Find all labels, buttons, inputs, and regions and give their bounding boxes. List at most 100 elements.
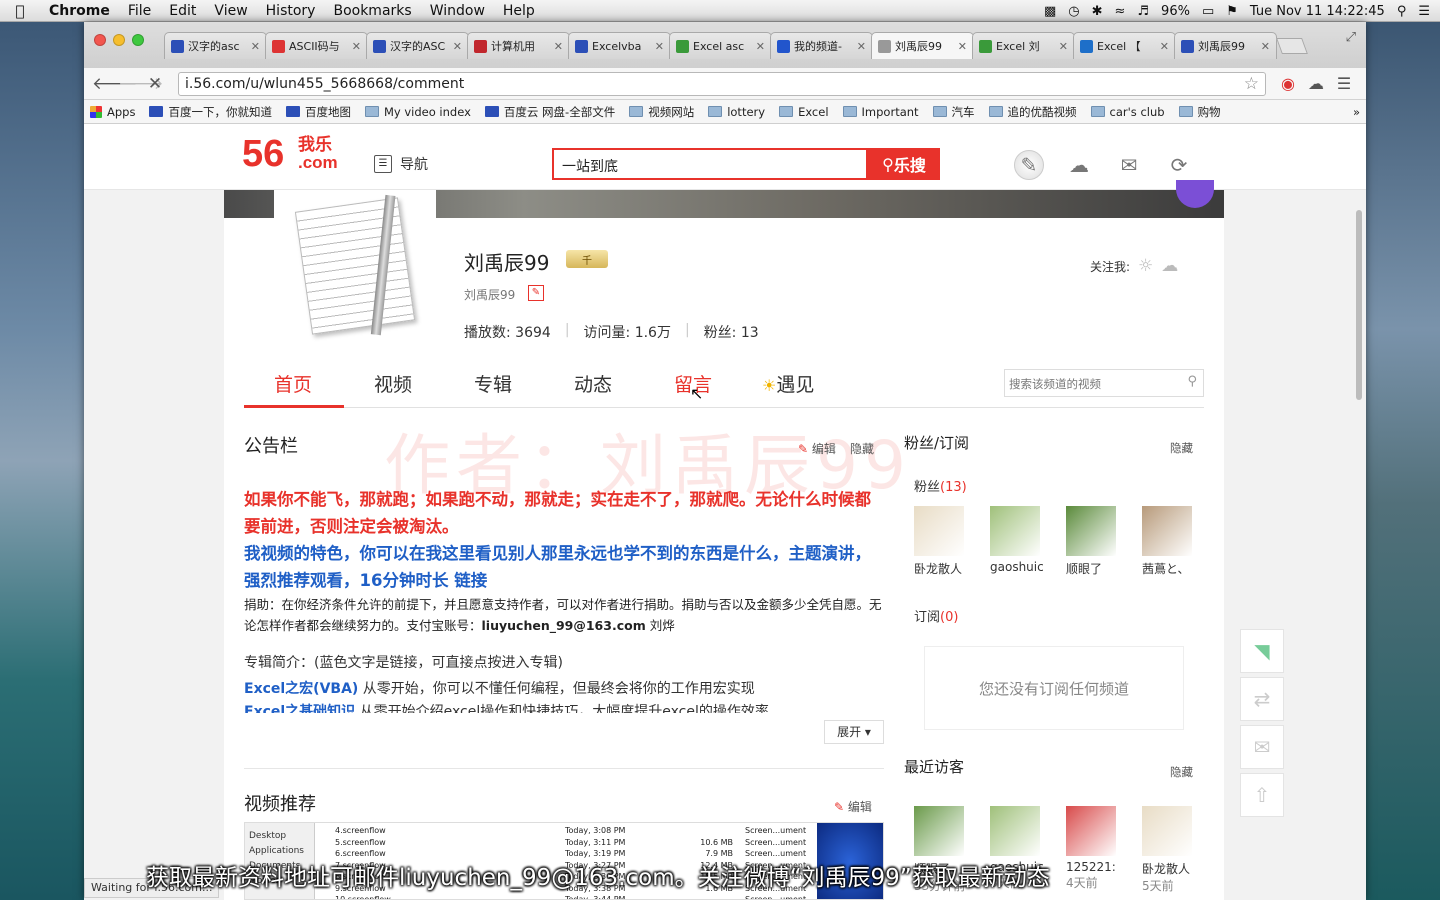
close-tab-icon[interactable]: ✕ [352, 40, 361, 53]
clock[interactable]: Tue Nov 11 14:22:45 [1250, 4, 1385, 19]
bookmark-item[interactable]: 百度一下，你就知道 [149, 104, 272, 120]
video-rec-edit-button[interactable]: ✎ 编辑 [834, 798, 872, 815]
tab-home[interactable]: 首页 [274, 370, 312, 397]
battery-text[interactable]: 96% [1161, 4, 1190, 19]
close-tab-icon[interactable]: ✕ [857, 40, 866, 53]
browser-tab[interactable]: ASCII码与 ✕ [265, 32, 368, 59]
menu-edit[interactable]: Edit [160, 3, 205, 19]
close-window-button[interactable] [94, 34, 106, 46]
spotlight-icon[interactable]: ⚲ [1397, 4, 1407, 19]
extension-icon[interactable]: ◉ [1274, 74, 1302, 93]
url-text[interactable]: i.56.com/u/wlun455_5668668/comment [185, 76, 1244, 92]
browser-tab[interactable]: 汉字的ASC ✕ [366, 32, 469, 59]
new-tab-button[interactable] [1276, 38, 1308, 54]
channel-search-icon[interactable]: ⚲ [1187, 374, 1197, 389]
extension-cloud-icon[interactable]: ☁ [1302, 74, 1330, 93]
user-avatar-icon[interactable]: ✎ [1014, 150, 1044, 180]
album-item[interactable]: Excel之宏(VBA) 从零开始，你可以不懂任何编程，但最终会将你的工作用宏实… [244, 678, 884, 698]
zoom-window-button[interactable] [132, 34, 144, 46]
page-scrollbar[interactable] [1354, 190, 1364, 896]
fan-item[interactable]: 茜蔦と、 [1142, 506, 1196, 577]
stop-loading-icon[interactable]: ✕ [144, 74, 166, 94]
close-tab-icon[interactable]: ✕ [453, 40, 462, 53]
tab-videos[interactable]: 视频 [374, 370, 412, 397]
close-tab-icon[interactable]: ✕ [655, 40, 664, 53]
notification-center-icon[interactable]: ☰ [1418, 4, 1430, 19]
menu-app-name[interactable]: Chrome [40, 3, 119, 19]
history-icon[interactable]: ⟳ [1164, 150, 1194, 180]
bookmark-star-icon[interactable]: ☆ [1244, 74, 1259, 94]
visitor-item[interactable]: 卧龙散人 5天前 [1142, 806, 1196, 894]
fans-hide-button[interactable]: 隐藏 [1170, 440, 1193, 456]
visitors-hide-button[interactable]: 隐藏 [1170, 764, 1193, 780]
browser-tab[interactable]: 计算机用 ✕ [467, 32, 570, 59]
browser-tab[interactable]: 我的频道- ✕ [770, 32, 873, 59]
close-tab-icon[interactable]: ✕ [1059, 40, 1068, 53]
browser-tab[interactable]: 刘禹辰99 ✕ [871, 32, 974, 59]
close-tab-icon[interactable]: ✕ [756, 40, 765, 53]
menu-bookmarks[interactable]: Bookmarks [324, 3, 420, 19]
site-search-input[interactable]: 一站到底 [552, 148, 868, 180]
bookmark-item[interactable]: lottery [708, 105, 765, 119]
wechat-icon[interactable]: ☁ [1161, 256, 1178, 276]
browser-tab[interactable]: Excel 刘 ✕ [972, 32, 1075, 59]
bookmark-item[interactable]: 百度云 网盘-全部文件 [484, 104, 615, 120]
back-icon[interactable]: 🡐 [92, 74, 138, 94]
message-icon[interactable]: ✉ [1240, 725, 1284, 769]
minimize-window-button[interactable] [113, 34, 125, 46]
battery-icon[interactable]: ▭ [1202, 4, 1214, 19]
browser-tab[interactable]: Excelvba ✕ [568, 32, 671, 59]
browser-tab[interactable]: Excel asc ✕ [669, 32, 772, 59]
bluetooth-icon[interactable]: ✱ [1092, 4, 1103, 19]
upload-cloud-icon[interactable]: ☁ [1064, 150, 1094, 180]
share-icon[interactable]: ⇄ [1240, 677, 1284, 721]
browser-tab[interactable]: 刘禹辰99 ✕ [1174, 32, 1277, 59]
notice-edit-button[interactable]: ✎ 编辑 [798, 440, 836, 457]
site-search-button[interactable]: ⚲ 乐搜 [868, 148, 940, 180]
more-bookmarks-icon[interactable]: » [1353, 105, 1360, 119]
bookmark-item[interactable]: 百度地图 [285, 104, 351, 120]
bookmark-item[interactable]: Excel [779, 105, 829, 119]
time-machine-icon[interactable]: ◷ [1068, 4, 1079, 19]
browser-tab[interactable]: 汉字的asc ✕ [164, 32, 267, 59]
weibo-icon[interactable]: ☼ [1138, 256, 1153, 276]
apple-icon[interactable]:  [0, 2, 40, 20]
camera-icon[interactable]: ▩ [1044, 4, 1056, 19]
tab-albums[interactable]: 专辑 [474, 370, 512, 397]
channel-avatar[interactable] [274, 190, 436, 342]
bookmark-item[interactable]: car's club [1090, 105, 1165, 119]
fullscreen-icon[interactable]: ⤢ [1346, 30, 1356, 45]
volume-icon[interactable]: ♬ [1137, 4, 1149, 19]
fan-item[interactable]: 顺眼了 [1066, 506, 1120, 577]
close-tab-icon[interactable]: ✕ [958, 40, 967, 53]
browser-tab[interactable]: Excel 【 ✕ [1073, 32, 1176, 59]
bookmark-item[interactable]: 追的优酷视频 [988, 104, 1077, 120]
site-logo[interactable]: 56 我乐 .com [242, 134, 338, 174]
menu-view[interactable]: View [205, 3, 256, 19]
menu-history[interactable]: History [257, 3, 325, 19]
bookmark-item[interactable]: 汽车 [932, 104, 975, 120]
fan-item[interactable]: 卧龙散人 [914, 506, 968, 577]
close-tab-icon[interactable]: ✕ [251, 40, 260, 53]
back-to-top-icon[interactable]: ⇧ [1240, 773, 1284, 817]
forward-icon[interactable]: 🡒 [118, 74, 164, 94]
close-tab-icon[interactable]: ✕ [1261, 40, 1270, 53]
expand-button[interactable]: 展开 ▾ [824, 720, 884, 744]
tab-meet[interactable]: ☀遇见 [762, 370, 814, 397]
chrome-menu-icon[interactable]: ☰ [1330, 74, 1358, 93]
album-item[interactable]: Excel之基础知识 从零开始介绍excel操作和快捷技巧，大幅度提升excel… [244, 701, 884, 713]
notice-blue-link[interactable]: 我视频的特色，你可以在我这里看见别人那里永远也学不到的东西是什么，主题演讲，强烈… [244, 540, 884, 594]
mail-icon[interactable]: ✉ [1114, 150, 1144, 180]
edit-profile-icon[interactable]: ✎ [528, 285, 544, 301]
menu-window[interactable]: Window [421, 3, 494, 19]
bookmark-item[interactable]: Apps [90, 105, 135, 119]
flag-icon[interactable]: ⚑ [1226, 4, 1238, 19]
close-tab-icon[interactable]: ✕ [554, 40, 563, 53]
bookmark-item[interactable]: My video index [364, 105, 471, 119]
tab-activity[interactable]: 动态 [574, 370, 612, 397]
visitor-item[interactable]: 125221: 4天前 [1066, 806, 1120, 891]
notice-hide-button[interactable]: 隐藏 [850, 440, 874, 457]
wifi-icon[interactable]: ≈ [1114, 4, 1125, 19]
bookmark-item[interactable]: 购物 [1178, 104, 1221, 120]
menu-help[interactable]: Help [494, 3, 544, 19]
